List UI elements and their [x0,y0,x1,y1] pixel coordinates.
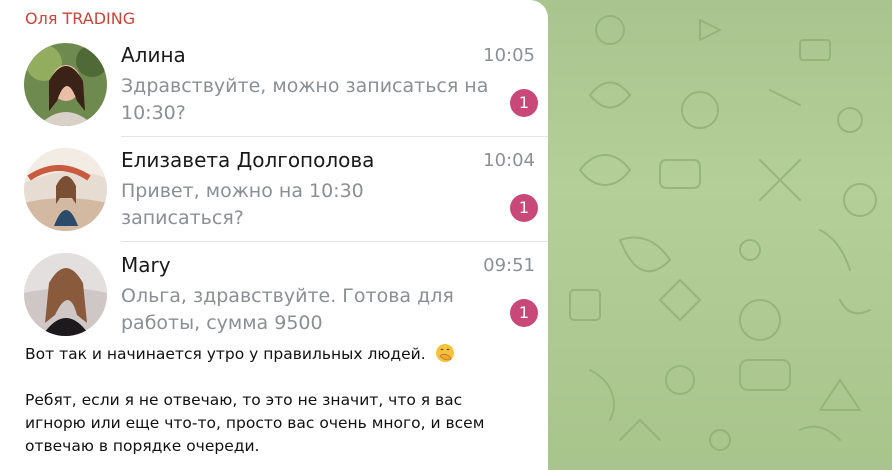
unread-badge: 1 [510,89,538,117]
avatar [24,148,107,231]
face-with-hand-over-mouth-icon [435,343,455,363]
chat-name: Алина [121,43,186,67]
avatar [24,253,107,336]
message-text: Вот так и начинается утро у правильных л… [25,343,525,458]
chat-time: 10:04 [483,150,535,171]
chat-name: Елизавета Долгополова [121,148,375,172]
message-bubble: Оля TRADING Алина 10:05 Здравствуйте, мо… [0,0,548,470]
chat-list-item[interactable]: Mary 09:51 Ольга, здравствуйте. Готова д… [0,243,548,348]
message-line-text: Вот так и начинается утро у правильных л… [25,345,426,363]
avatar [24,43,107,126]
unread-badge: 1 [510,299,538,327]
divider [121,136,548,137]
unread-badge: 1 [510,194,538,222]
chat-list-item[interactable]: Алина 10:05 Здравствуйте, можно записать… [0,33,548,138]
chat-preview: Здравствуйте, можно записаться на 10:30? [121,75,489,124]
chat-preview: Ольга, здравствуйте. Готова для работы, … [121,285,454,334]
chat-time: 09:51 [483,255,535,276]
chat-list-item[interactable]: Елизавета Долгополова 10:04 Привет, можн… [0,138,548,243]
message-paragraph: Ребят, если я не отвечаю, то это не знач… [25,391,485,455]
chat-name: Mary [121,253,171,277]
message-line: Вот так и начинается утро у правильных л… [25,343,525,366]
chat-preview: Привет, можно на 10:30 записаться? [121,180,364,229]
chat-time: 10:05 [483,45,535,66]
divider [121,241,548,242]
sender-name[interactable]: Оля TRADING [25,9,135,28]
